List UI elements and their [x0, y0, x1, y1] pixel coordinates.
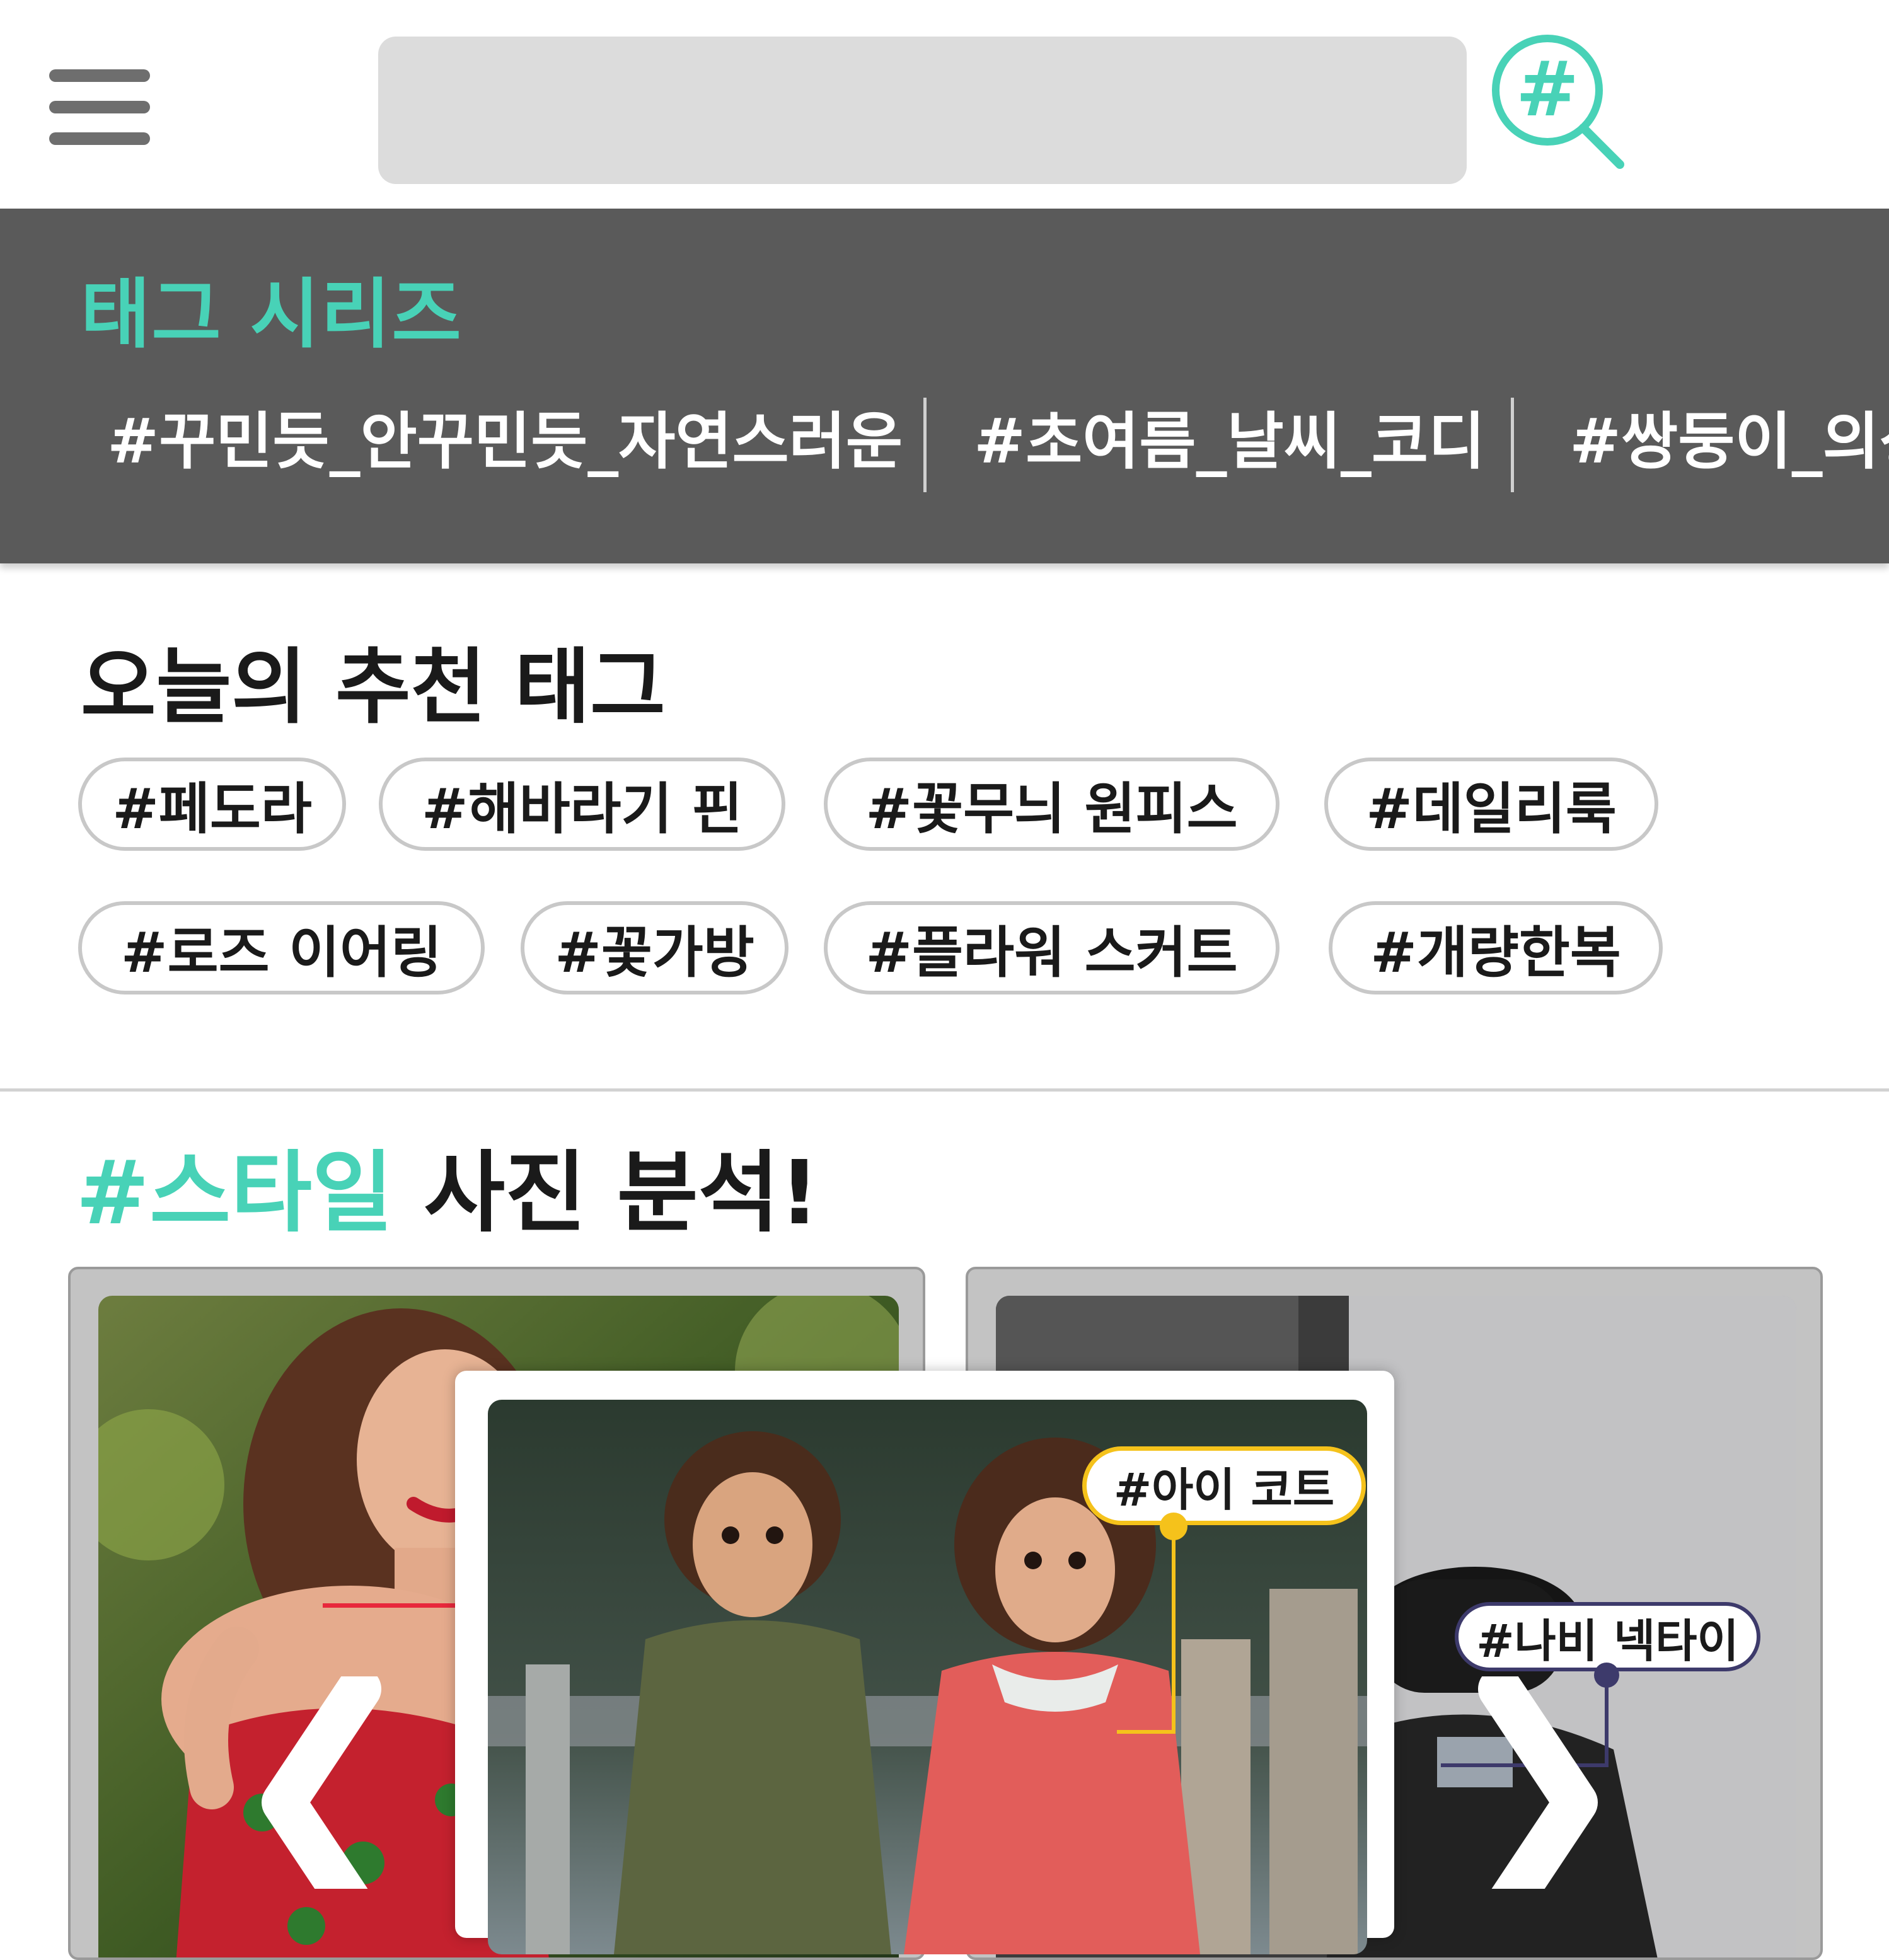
style-analysis-title: #스타일 사진 분석! — [76, 1122, 819, 1249]
tag-chip[interactable]: #꽃가방 — [521, 901, 789, 994]
section-divider — [0, 1088, 1889, 1092]
tag-chip[interactable]: #개량한복 — [1329, 901, 1663, 994]
style-title-rest: 사진 분석! — [393, 1142, 820, 1245]
series-divider — [1511, 398, 1514, 492]
hamburger-menu-icon[interactable] — [44, 63, 154, 151]
photo-tag-kids-coat[interactable]: #아이 코트 — [1082, 1446, 1366, 1525]
search-input[interactable] — [378, 37, 1467, 184]
series-divider — [923, 398, 927, 492]
tag-connector-line — [323, 1603, 468, 1608]
tag-chip[interactable]: #해바라기 핀 — [379, 758, 785, 851]
photo-tag-bow-tie[interactable]: #나비 넥타이 — [1455, 1602, 1760, 1671]
photo-card-center[interactable]: #아이 코트 — [455, 1371, 1394, 1954]
hashtag-search-icon[interactable]: # — [1488, 30, 1626, 175]
chevron-right-icon[interactable] — [1469, 1667, 1614, 1938]
style-title-highlight: #스타일 — [76, 1142, 393, 1245]
tag-series-title: 태그 시리즈 — [81, 271, 463, 359]
recommended-tags-title: 오늘의 추천 태그 — [81, 639, 666, 735]
tag-connector-line — [1117, 1730, 1176, 1734]
series-item-summer[interactable]: #초여름_날씨_코디 — [974, 391, 1485, 481]
series-item-natural[interactable]: #꾸민듯_안꾸민듯_자연스러운 — [107, 391, 903, 481]
tag-chip[interactable]: #데일리룩 — [1324, 758, 1658, 851]
svg-text:#: # — [1516, 46, 1580, 134]
tag-chip[interactable]: #꽃무늬 원피스 — [824, 758, 1280, 851]
series-item-twins[interactable]: #쌍둥이_의상 — [1569, 391, 1889, 481]
tag-series-band: 태그 시리즈 #꾸민듯_안꾸민듯_자연스러운 #초여름_날씨_코디 #쌍둥이_의… — [0, 209, 1889, 563]
tag-chip[interactable]: #플라워 스커트 — [824, 901, 1280, 994]
tag-chip[interactable]: #로즈 이어링 — [78, 901, 485, 994]
chevron-left-icon[interactable] — [246, 1667, 391, 1938]
tag-chip[interactable]: #페도라 — [78, 758, 346, 851]
tag-connector-line — [1172, 1525, 1176, 1733]
